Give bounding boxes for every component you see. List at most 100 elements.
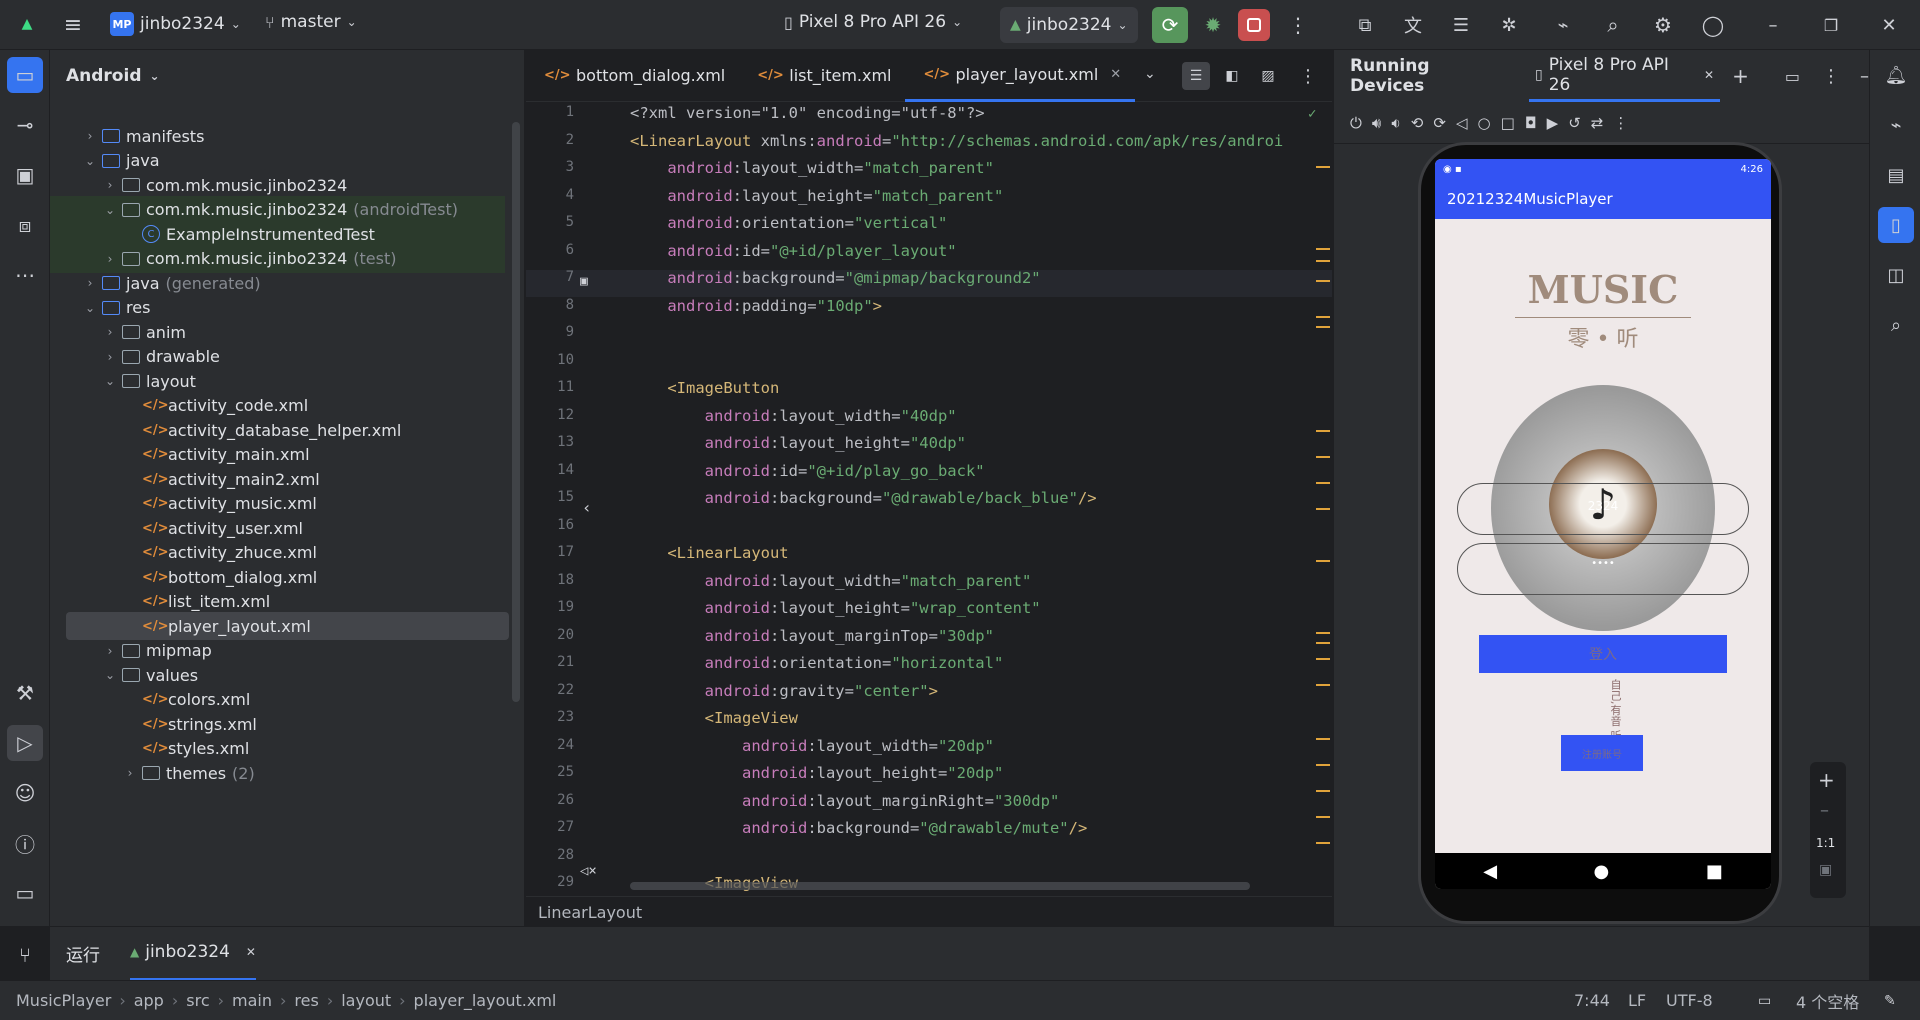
project-view-selector[interactable]: Android ⌄: [50, 50, 524, 102]
device-manager-icon[interactable]: ⧉: [1352, 12, 1378, 38]
volume-up-icon[interactable]: 🔊︎: [1372, 114, 1381, 132]
device-file-explorer-button[interactable]: ▤: [1878, 157, 1914, 193]
zoom-out-icon[interactable]: –: [1820, 800, 1829, 821]
run-config-selector[interactable]: ▲ jinbo2324 ⌄: [1000, 7, 1138, 43]
editor-tab[interactable]: </> bottom_dialog.xml: [526, 50, 739, 102]
git-tool-button[interactable]: ⑂: [7, 937, 43, 973]
chevron-right-icon[interactable]: ›: [102, 350, 118, 364]
screenshot-icon[interactable]: ◘: [1525, 114, 1537, 132]
logcat-tool-button[interactable]: ☺: [7, 775, 43, 811]
warning-mark[interactable]: [1316, 482, 1330, 484]
snapshot-icon[interactable]: ↺: [1568, 114, 1581, 132]
rotate-left-icon[interactable]: ⟲: [1411, 114, 1424, 132]
editor-tab[interactable]: </> player_layout.xml ✕: [905, 50, 1136, 102]
chevron-down-icon[interactable]: ⌄: [102, 374, 118, 388]
warning-mark[interactable]: [1316, 430, 1330, 432]
account-icon[interactable]: ◯: [1700, 12, 1726, 38]
power-icon[interactable]: ⏻: [1350, 114, 1362, 132]
resource-manager-button[interactable]: ▣: [7, 157, 43, 193]
warning-mark[interactable]: [1316, 456, 1330, 458]
warning-mark[interactable]: [1316, 260, 1330, 262]
chevron-down-icon[interactable]: ⌄: [82, 301, 98, 315]
edit-icon[interactable]: ✎: [1884, 993, 1896, 1009]
debug-icon[interactable]: ✹: [1200, 12, 1226, 38]
chevron-right-icon[interactable]: ›: [122, 766, 138, 780]
path-segment[interactable]: app: [134, 991, 164, 1010]
project-scrollbar[interactable]: [512, 122, 520, 702]
path-segment[interactable]: MusicPlayer: [16, 991, 111, 1010]
code-view-icon[interactable]: ☰: [1182, 62, 1210, 90]
panel-more-icon[interactable]: ⋮: [1822, 66, 1840, 87]
main-menu-icon[interactable]: ≡: [60, 12, 86, 38]
stop-button[interactable]: [1238, 9, 1270, 41]
running-devices-button[interactable]: ▯: [1878, 207, 1914, 243]
zoom-in-icon[interactable]: +: [1818, 768, 1835, 792]
structure-tool-button[interactable]: ⧈: [7, 207, 43, 243]
mirror-icon[interactable]: ⇄: [1591, 114, 1604, 132]
device-selector[interactable]: ▯ Pixel 8 Pro API 26 ⌄: [784, 12, 962, 32]
restore-icon[interactable]: ❐: [1818, 12, 1844, 38]
warning-mark[interactable]: [1316, 816, 1330, 818]
chevron-right-icon[interactable]: ›: [82, 276, 98, 290]
code-editor[interactable]: 1 <?xml version="1.0" encoding="utf-8"?> 2…: [526, 102, 1332, 914]
more-tools-button[interactable]: ⋯: [7, 257, 43, 293]
chevron-down-icon[interactable]: ⌄: [82, 154, 98, 168]
indent-setting[interactable]: 4 个空格: [1796, 989, 1859, 1013]
close-tab-icon[interactable]: ✕: [246, 945, 256, 959]
warning-mark[interactable]: [1316, 316, 1330, 318]
warning-mark[interactable]: [1316, 508, 1330, 510]
run-tab[interactable]: ▲ jinbo2324 ✕: [130, 927, 256, 981]
overview-icon[interactable]: □: [1501, 114, 1515, 132]
close-tab-icon[interactable]: ✕: [1704, 68, 1714, 82]
warning-mark[interactable]: [1316, 642, 1330, 644]
warning-mark[interactable]: [1316, 326, 1330, 328]
tree-item[interactable]: › themes (2): [50, 759, 505, 787]
minimize-icon[interactable]: –: [1760, 12, 1786, 38]
device-screen[interactable]: ◉ ▪ 4:26 20212324MusicPlayer MUSIC 零 • 听…: [1435, 159, 1771, 889]
tabs-dropdown-icon[interactable]: ⌄: [1144, 66, 1156, 82]
home-icon[interactable]: ○: [1477, 114, 1490, 132]
device-tab[interactable]: ▯ Pixel 8 Pro API 26 ✕: [1528, 50, 1721, 102]
rotate-right-icon[interactable]: ⟳: [1433, 114, 1446, 132]
warning-mark[interactable]: [1316, 166, 1330, 168]
warning-mark[interactable]: [1316, 738, 1330, 740]
branch-selector[interactable]: ⑂ master ⌄: [265, 12, 357, 32]
path-segment[interactable]: player_layout.xml: [414, 991, 557, 1010]
path-segment[interactable]: src: [186, 991, 209, 1010]
chevron-down-icon[interactable]: ⌄: [102, 203, 118, 217]
emulator-button[interactable]: ◫: [1878, 257, 1914, 293]
breadcrumb-element[interactable]: LinearLayout: [538, 903, 642, 922]
gradle-button[interactable]: ⌁: [1878, 107, 1914, 143]
fit-screen-icon[interactable]: ▣: [1819, 862, 1832, 878]
warning-mark[interactable]: [1316, 790, 1330, 792]
design-view-icon[interactable]: ▨: [1254, 62, 1282, 90]
warning-mark[interactable]: [1316, 658, 1330, 660]
chevron-right-icon[interactable]: ›: [102, 644, 118, 658]
commit-tool-button[interactable]: ⊸: [7, 107, 43, 143]
chevron-right-icon[interactable]: ›: [102, 252, 118, 266]
terminal-tool-button[interactable]: ▭: [7, 875, 43, 911]
more-icon[interactable]: ⋮: [1288, 12, 1308, 38]
nav-recents-icon[interactable]: ■: [1706, 861, 1723, 882]
editor-more-icon[interactable]: ⋮: [1298, 62, 1318, 90]
volume-down-icon[interactable]: 🔉︎: [1391, 114, 1400, 132]
path-segment[interactable]: main: [232, 991, 272, 1010]
editor-tab[interactable]: </> list_item.xml: [739, 50, 905, 102]
list-icon[interactable]: ☰: [1448, 12, 1474, 38]
line-separator[interactable]: LF: [1628, 991, 1646, 1010]
settings-icon[interactable]: ⚙: [1650, 12, 1676, 38]
build-tool-button[interactable]: ⚒: [7, 675, 43, 711]
warning-mark[interactable]: [1316, 842, 1330, 844]
apply-changes-button[interactable]: ⟳: [1152, 7, 1188, 43]
back-icon[interactable]: ◁: [1456, 114, 1468, 132]
warning-mark[interactable]: [1316, 684, 1330, 686]
project-selector[interactable]: MP jinbo2324 ⌄: [110, 12, 241, 36]
notifications-button[interactable]: 🔔︎: [1878, 57, 1914, 93]
warning-mark[interactable]: [1316, 560, 1330, 562]
path-segment[interactable]: res: [294, 991, 318, 1010]
editor-breadcrumb[interactable]: LinearLayout: [526, 896, 1332, 926]
device-more-icon[interactable]: ⋮: [1613, 114, 1628, 132]
close-tab-icon[interactable]: ✕: [1110, 67, 1121, 82]
password-input[interactable]: ••••: [1457, 543, 1749, 595]
translate-icon[interactable]: 文: [1400, 12, 1426, 38]
